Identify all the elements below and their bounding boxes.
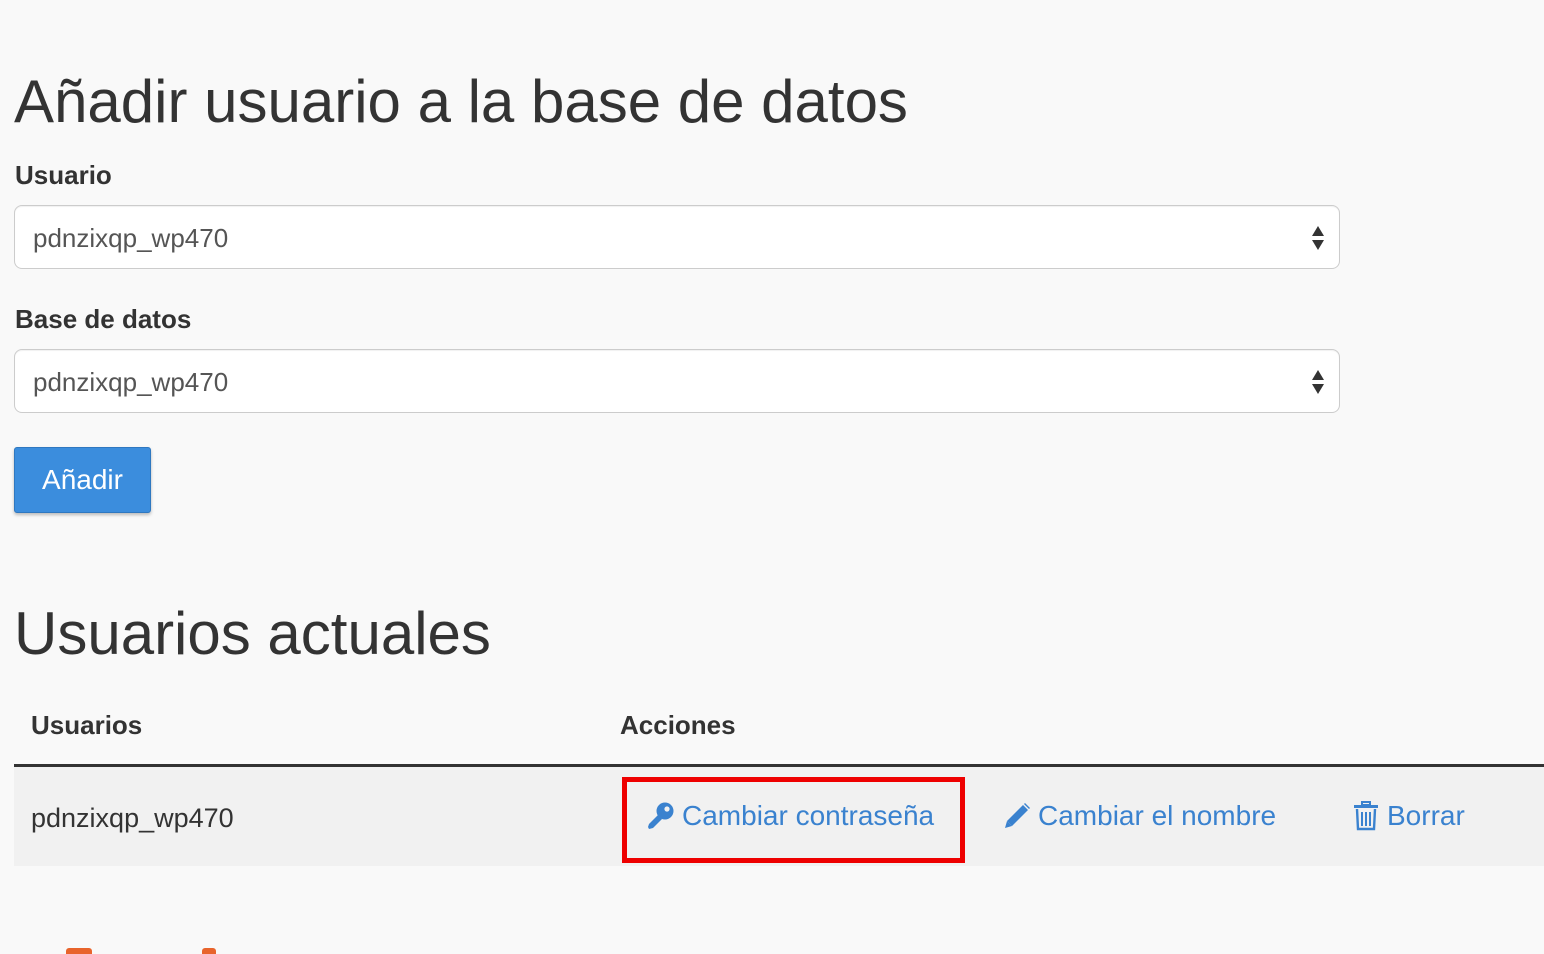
current-users-title: Usuarios actuales bbox=[14, 600, 491, 667]
rename-link[interactable]: Cambiar el nombre bbox=[1002, 800, 1276, 832]
change-password-link[interactable]: Cambiar contraseña bbox=[646, 800, 934, 832]
pencil-icon bbox=[1002, 801, 1032, 831]
user-select-value: pdnzixqp_wp470 bbox=[33, 223, 229, 253]
current-users-table: Usuarios Acciones pdnzixqp_wp470 Cambiar… bbox=[14, 690, 1544, 866]
table-row: pdnzixqp_wp470 Cambiar contraseña Cambia… bbox=[14, 767, 1544, 866]
database-label: Base de datos bbox=[15, 304, 192, 334]
footer-logo-fragment bbox=[66, 948, 236, 954]
key-icon bbox=[646, 801, 676, 831]
change-password-label: Cambiar contraseña bbox=[682, 800, 935, 831]
trash-icon bbox=[1351, 801, 1381, 831]
user-label: Usuario bbox=[15, 160, 112, 190]
add-user-title: Añadir usuario a la base de datos bbox=[14, 68, 908, 135]
delete-label: Borrar bbox=[1387, 800, 1465, 831]
row-user-name: pdnzixqp_wp470 bbox=[31, 803, 234, 833]
database-select-value: pdnzixqp_wp470 bbox=[33, 367, 229, 397]
database-select[interactable]: pdnzixqp_wp470 bbox=[14, 349, 1340, 413]
column-header-users: Usuarios bbox=[31, 710, 143, 740]
updown-arrows-icon bbox=[1311, 369, 1325, 395]
column-header-actions: Acciones bbox=[620, 710, 736, 740]
table-header: Usuarios Acciones bbox=[14, 690, 1544, 767]
delete-link[interactable]: Borrar bbox=[1351, 800, 1465, 832]
rename-label: Cambiar el nombre bbox=[1038, 800, 1277, 831]
updown-arrows-icon bbox=[1311, 225, 1325, 251]
user-select[interactable]: pdnzixqp_wp470 bbox=[14, 205, 1340, 269]
add-button[interactable]: Añadir bbox=[14, 447, 151, 513]
